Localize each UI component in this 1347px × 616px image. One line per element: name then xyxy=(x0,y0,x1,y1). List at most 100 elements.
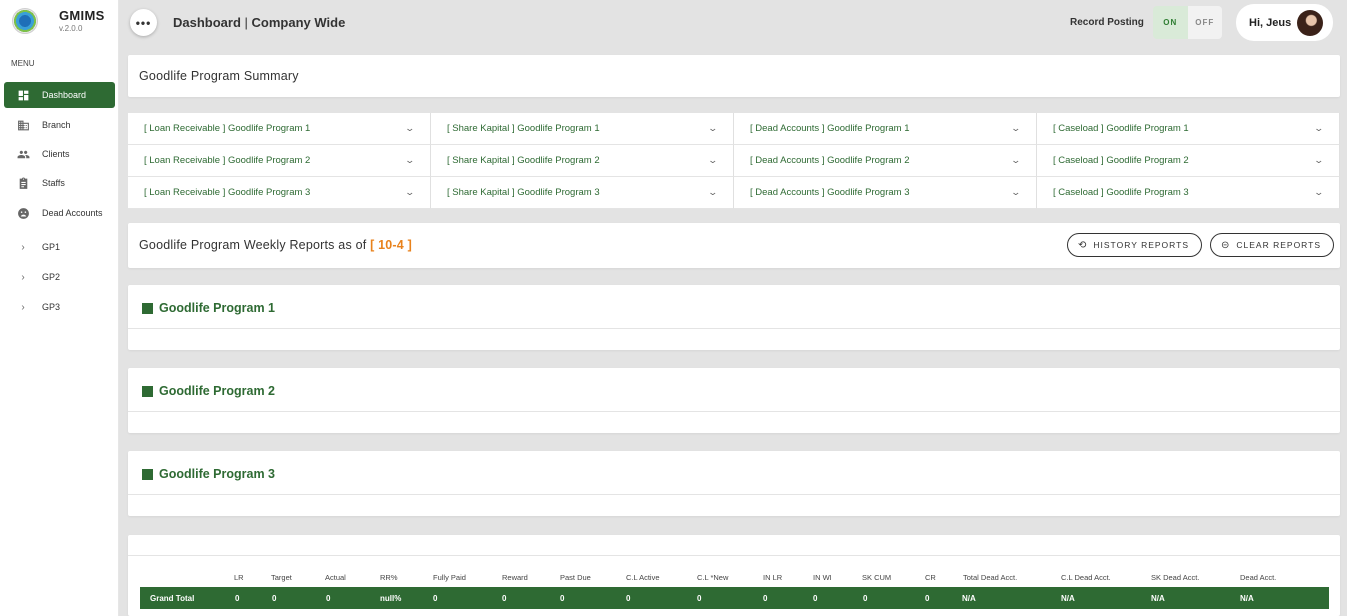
column-header: RR% xyxy=(380,573,398,582)
record-posting-toggle[interactable]: ON OFF xyxy=(1153,6,1222,39)
chevron-down-icon: ⌄ xyxy=(1313,187,1325,197)
table-cell: 0 xyxy=(813,594,818,603)
chevron-down-icon: ⌄ xyxy=(707,155,719,165)
sidebar-item-label: Staffs xyxy=(42,178,65,188)
column-header: Fully Paid xyxy=(433,573,466,582)
building-icon xyxy=(4,119,42,132)
program-heading: Goodlife Program 1 xyxy=(142,301,275,315)
column-header: Past Due xyxy=(560,573,591,582)
summary-grid: [ Loan Receivable ] Goodlife Program 1 ⌄ … xyxy=(128,113,1340,209)
record-posting-label: Record Posting xyxy=(1070,17,1144,28)
program-title: Goodlife Program 2 xyxy=(159,384,275,398)
table-cell: 0 xyxy=(326,594,331,603)
summary-dropdown-label: [ Share Kapital ] Goodlife Program 3 xyxy=(447,187,600,198)
chevron-down-icon: ⌄ xyxy=(707,187,719,197)
chevron-right-icon: › xyxy=(21,301,25,313)
dashboard-icon xyxy=(4,89,42,102)
summary-dropdown[interactable]: [ Loan Receivable ] Goodlife Program 1 ⌄ xyxy=(128,113,431,145)
summary-dropdown[interactable]: [ Share Kapital ] Goodlife Program 3 ⌄ xyxy=(431,177,734,209)
summary-dropdown-label: [ Loan Receivable ] Goodlife Program 3 xyxy=(144,187,311,198)
clear-reports-label: CLEAR REPORTS xyxy=(1236,240,1322,250)
program-title: Goodlife Program 3 xyxy=(159,467,275,481)
column-header: Target xyxy=(271,573,292,582)
logo xyxy=(12,8,38,34)
program-section-2: Goodlife Program 2 xyxy=(128,368,1340,433)
chevron-down-icon: ⌄ xyxy=(1010,187,1022,197)
summary-dropdown[interactable]: [ Share Kapital ] Goodlife Program 2 ⌄ xyxy=(431,145,734,177)
user-greeting: Hi, Jeus xyxy=(1249,16,1292,29)
grand-total-row: Grand Total 0 0 0 null% 0 0 0 0 0 0 0 0 … xyxy=(140,587,1329,609)
sidebar-item-label: Dashboard xyxy=(42,90,87,100)
clear-icon: ⊝ xyxy=(1221,239,1231,251)
column-header: CR xyxy=(925,573,936,582)
column-header: IN LR xyxy=(763,573,783,582)
table-cell: 0 xyxy=(560,594,565,603)
grand-total-label: Grand Total xyxy=(150,594,195,603)
summary-dropdown[interactable]: [ Share Kapital ] Goodlife Program 1 ⌄ xyxy=(431,113,734,145)
chevron-down-icon: ⌄ xyxy=(1010,155,1022,165)
clear-reports-button[interactable]: ⊝ CLEAR REPORTS xyxy=(1210,233,1335,257)
table-cell: N/A xyxy=(1151,594,1165,603)
summary-dropdown[interactable]: [ Loan Receivable ] Goodlife Program 3 ⌄ xyxy=(128,177,431,209)
sidebar-item-branch[interactable]: Branch xyxy=(4,112,115,138)
summary-dropdown[interactable]: [ Loan Receivable ] Goodlife Program 2 ⌄ xyxy=(128,145,431,177)
table-cell: 0 xyxy=(235,594,240,603)
history-reports-label: HISTORY REPORTS xyxy=(1093,240,1190,250)
sidebar-item-dashboard[interactable]: Dashboard xyxy=(4,82,115,108)
square-icon xyxy=(142,302,153,314)
weekly-reports-card: Goodlife Program Weekly Reports as of [ … xyxy=(128,223,1340,268)
chevron-right-icon: › xyxy=(21,271,25,283)
table-cell: N/A xyxy=(1240,594,1254,603)
sidebar-item-dead-accounts[interactable]: Dead Accounts xyxy=(4,200,115,226)
menu-label: MENU xyxy=(11,59,35,68)
square-icon xyxy=(142,468,153,480)
grand-total-card: LR Target Actual RR% Fully Paid Reward P… xyxy=(128,535,1340,616)
sidebar-item-label: GP2 xyxy=(42,272,61,282)
summary-dropdown[interactable]: [ Caseload ] Goodlife Program 2 ⌄ xyxy=(1037,145,1340,177)
summary-dropdown-label: [ Caseload ] Goodlife Program 2 xyxy=(1053,155,1189,166)
program-heading: Goodlife Program 3 xyxy=(142,467,275,481)
program-title: Goodlife Program 1 xyxy=(159,301,275,315)
page-title: Dashboard | Company Wide xyxy=(173,15,345,30)
sidebar-item-gp3[interactable]: › GP3 xyxy=(4,294,115,320)
summary-dropdown[interactable]: [ Dead Accounts ] Goodlife Program 1 ⌄ xyxy=(734,113,1037,145)
summary-dropdown[interactable]: [ Caseload ] Goodlife Program 3 ⌄ xyxy=(1037,177,1340,209)
sidebar-item-gp2[interactable]: › GP2 xyxy=(4,264,115,290)
weekly-reports-date: [ 10-4 ] xyxy=(370,238,412,252)
toggle-on-button[interactable]: ON xyxy=(1153,6,1188,39)
chevron-right-icon: › xyxy=(21,241,25,253)
people-icon xyxy=(4,148,42,161)
summary-dropdown-label: [ Dead Accounts ] Goodlife Program 2 xyxy=(750,155,910,166)
square-icon xyxy=(142,385,153,397)
table-cell: 0 xyxy=(433,594,438,603)
table-cell: 0 xyxy=(925,594,930,603)
brand-version: v.2.0.0 xyxy=(59,24,83,33)
divider xyxy=(128,411,1340,412)
history-icon: ⟲ xyxy=(1078,239,1088,251)
column-header: C.L Dead Acct. xyxy=(1061,573,1111,582)
summary-dropdown-label: [ Loan Receivable ] Goodlife Program 1 xyxy=(144,123,311,134)
summary-dropdown-label: [ Loan Receivable ] Goodlife Program 2 xyxy=(144,155,311,166)
user-menu[interactable]: Hi, Jeus xyxy=(1236,4,1333,41)
column-header: C.L Active xyxy=(626,573,660,582)
sidebar-item-label: GP1 xyxy=(42,242,61,252)
summary-dropdown[interactable]: [ Dead Accounts ] Goodlife Program 3 ⌄ xyxy=(734,177,1037,209)
sidebar-item-clients[interactable]: Clients xyxy=(4,141,115,167)
summary-dropdown[interactable]: [ Caseload ] Goodlife Program 1 ⌄ xyxy=(1037,113,1340,145)
sidebar-item-label: Dead Accounts xyxy=(42,208,103,218)
column-header: Total Dead Acct. xyxy=(963,573,1018,582)
table-cell: N/A xyxy=(962,594,976,603)
column-header: C.L *New xyxy=(697,573,729,582)
history-reports-button[interactable]: ⟲ HISTORY REPORTS xyxy=(1067,233,1203,257)
sidebar-item-gp1[interactable]: › GP1 xyxy=(4,234,115,260)
divider xyxy=(128,494,1340,495)
more-menu-button[interactable]: ••• xyxy=(130,9,157,36)
summary-dropdown[interactable]: [ Dead Accounts ] Goodlife Program 2 ⌄ xyxy=(734,145,1037,177)
summary-card: Goodlife Program Summary xyxy=(128,55,1340,97)
page-title-main: Dashboard xyxy=(173,15,241,30)
column-header: IN WI xyxy=(813,573,832,582)
toggle-off-button[interactable]: OFF xyxy=(1187,6,1222,39)
sidebar-item-staffs[interactable]: Staffs xyxy=(4,170,115,196)
summary-dropdown-label: [ Caseload ] Goodlife Program 1 xyxy=(1053,123,1189,134)
sad-face-icon xyxy=(4,207,42,220)
